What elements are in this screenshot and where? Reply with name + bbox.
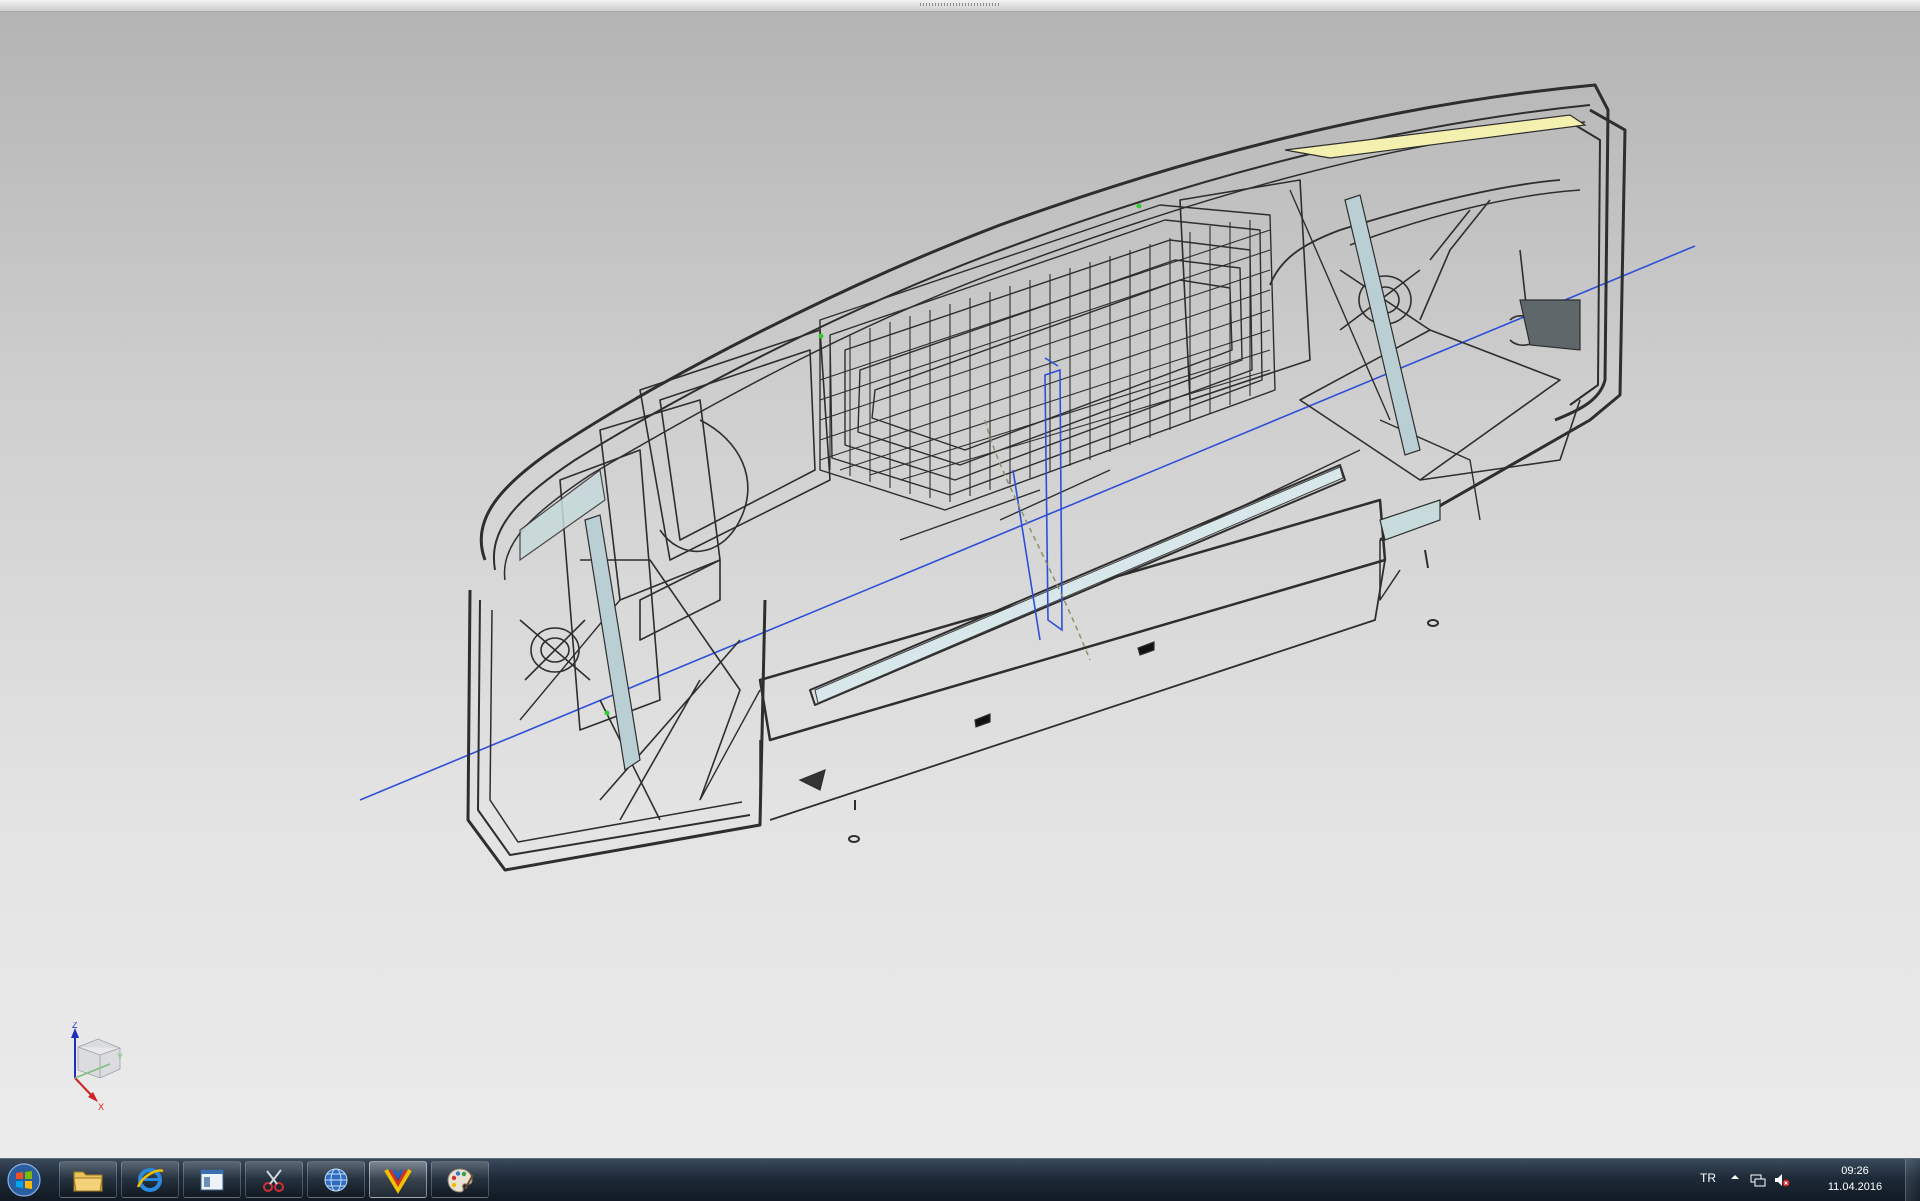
ie-icon xyxy=(136,1167,164,1192)
globe-icon xyxy=(324,1168,348,1191)
lower-chassis-rail-2 xyxy=(769,559,1386,821)
z-axis-label: Z xyxy=(72,1022,78,1030)
orientation-triad[interactable]: Z Y X xyxy=(60,1022,130,1112)
rear-end-frame-inner xyxy=(1569,124,1601,406)
frame-braces xyxy=(519,189,1481,801)
windows-logo-icon xyxy=(7,1163,41,1197)
front-mechanism-cluster xyxy=(519,329,831,821)
reference-point-3 xyxy=(604,710,610,716)
rear-end-frame xyxy=(1379,108,1627,542)
mount-pin xyxy=(848,835,860,843)
folder-icon xyxy=(73,1171,103,1191)
taskbar-globe-app-button[interactable] xyxy=(307,1161,365,1198)
taskbar-internet-explorer-button[interactable] xyxy=(121,1161,179,1198)
start-button[interactable] xyxy=(4,1161,44,1199)
taskbar-snipping-tool-button[interactable] xyxy=(245,1161,303,1198)
taskbar-paint-app-button[interactable] xyxy=(431,1161,489,1198)
clock-time: 09:26 xyxy=(1841,1165,1869,1177)
x-axis-label: X xyxy=(98,1102,104,1112)
mount-bolt xyxy=(854,549,1429,810)
cad-logo-icon xyxy=(384,1168,412,1194)
taskbar-window-app-button[interactable] xyxy=(183,1161,241,1198)
reference-point xyxy=(818,333,824,339)
windows-taskbar: TR 09:26 11.04.2016 xyxy=(0,1158,1920,1201)
paint-palette-icon xyxy=(447,1167,474,1193)
y-axis-label: Y xyxy=(117,1052,123,1062)
show-desktop-button[interactable] xyxy=(1905,1159,1920,1201)
taskbar-explorer-button[interactable] xyxy=(59,1161,117,1198)
system-clock[interactable]: 09:26 11.04.2016 xyxy=(1810,1163,1900,1195)
mount-pin-2 xyxy=(1427,619,1439,627)
highlighted-roof-edge xyxy=(1284,114,1587,159)
wireframe-assembly-model[interactable] xyxy=(0,0,1920,1158)
clock-date: 11.04.2016 xyxy=(1827,1181,1883,1193)
rear-end-frame-curve xyxy=(1269,179,1561,286)
window-icon xyxy=(200,1169,224,1190)
view-cube-outline xyxy=(77,1038,121,1079)
taskbar-cad-app-button[interactable] xyxy=(369,1161,427,1198)
language-indicator[interactable]: TR xyxy=(1700,1171,1716,1185)
network-icon[interactable] xyxy=(1750,1172,1766,1188)
roof-outer-profile xyxy=(479,83,1610,561)
system-tray: TR 09:26 11.04.2016 xyxy=(1690,1159,1920,1201)
show-hidden-icons-arrow-icon[interactable] xyxy=(1730,1172,1740,1182)
cad-3d-viewport[interactable]: Z Y X xyxy=(0,0,1920,1158)
scissors-icon xyxy=(263,1168,284,1192)
volume-muted-icon[interactable] xyxy=(1774,1172,1790,1188)
reference-point-2 xyxy=(1136,203,1142,209)
